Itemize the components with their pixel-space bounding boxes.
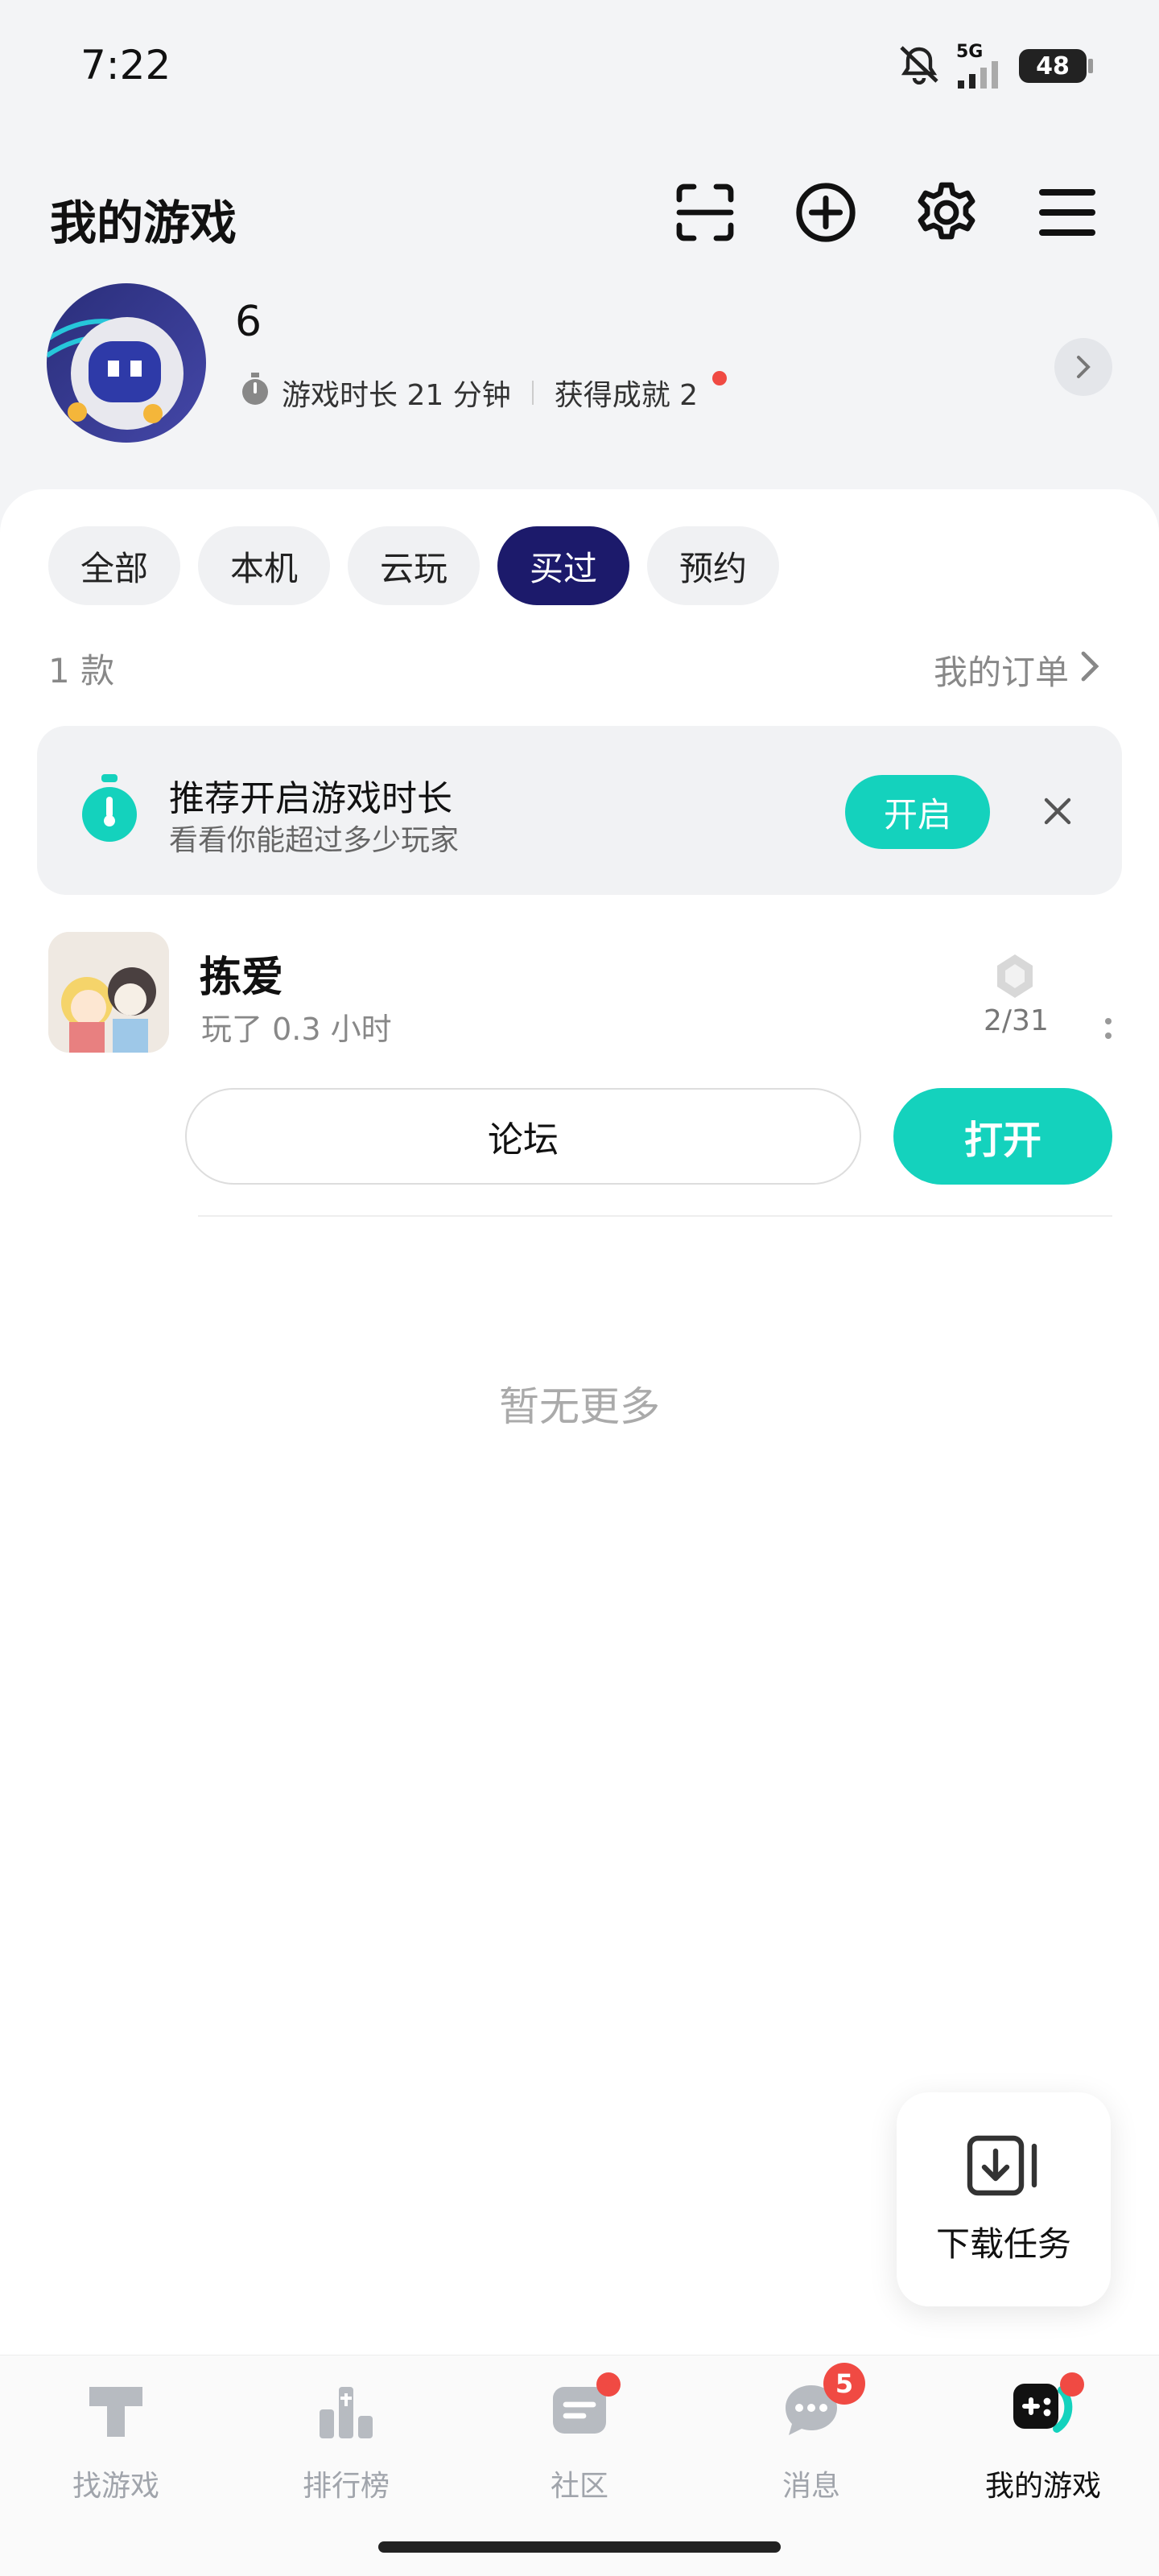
achievement-dot: [712, 371, 728, 385]
nav-label-community: 社区: [550, 2470, 608, 2503]
chevron-right-icon: [1080, 650, 1099, 690]
my-orders-label: 我的订单: [933, 653, 1069, 692]
signal-icon: 5G: [956, 43, 1004, 89]
close-icon[interactable]: [1029, 782, 1087, 840]
profile-name: 6: [235, 298, 262, 346]
profile-arrow-button[interactable]: [1054, 338, 1112, 396]
game-name: 拣爱: [200, 954, 284, 1002]
status-time: 7:22: [80, 42, 171, 89]
filter-local[interactable]: 本机: [198, 526, 331, 605]
network-label: 5G: [956, 42, 984, 62]
battery-indicator: 48: [1019, 49, 1093, 83]
scan-icon[interactable]: [671, 179, 739, 246]
achievements-label: 获得成就 2: [554, 379, 699, 412]
nav-label-find-games: 找游戏: [72, 2470, 159, 2503]
playtime-label: 游戏时长 21 分钟: [282, 379, 511, 412]
trophy-icon: [990, 951, 1040, 1004]
status-icons: 5G 48: [897, 40, 1093, 92]
achievement-progress: 2/31: [984, 1004, 1049, 1037]
avatar[interactable]: [47, 283, 206, 443]
nav-community[interactable]: 社区: [499, 2372, 660, 2504]
add-icon[interactable]: [792, 179, 860, 246]
download-tasks-label: 下载任务: [935, 2224, 1071, 2264]
community-badge: [596, 2372, 621, 2397]
nav-ranking[interactable]: 排行榜: [266, 2374, 427, 2504]
message-icon: 5: [775, 2363, 865, 2446]
more-options-icon[interactable]: [1096, 1004, 1120, 1053]
mute-icon: [897, 44, 942, 88]
menu-icon[interactable]: [1033, 179, 1101, 246]
timer-icon: [79, 774, 140, 847]
game-count: 1 款: [48, 651, 115, 690]
settings-icon[interactable]: [913, 179, 980, 246]
home-indicator[interactable]: [378, 2541, 781, 2553]
messages-badge: 5: [823, 2363, 865, 2405]
open-game-button[interactable]: 打开: [893, 1088, 1112, 1185]
promo-title: 推荐开启游戏时长: [169, 778, 452, 819]
nav-label-messages: 消息: [782, 2470, 840, 2503]
empty-state-text: 暂无更多: [499, 1383, 660, 1430]
filter-all[interactable]: 全部: [48, 526, 181, 605]
ranking-icon: [310, 2374, 382, 2446]
game-playtime: 玩了 0.3 小时: [201, 1012, 392, 1047]
game-icon[interactable]: [48, 932, 169, 1053]
promo-subtitle: 看看你能超过多少玩家: [169, 824, 460, 857]
my-orders-link[interactable]: 我的订单: [934, 645, 1099, 694]
filter-purchased[interactable]: 买过: [497, 526, 630, 605]
forum-button[interactable]: 论坛: [185, 1088, 861, 1185]
nav-label-ranking: 排行榜: [302, 2470, 390, 2503]
stats-divider: [531, 381, 534, 405]
nav-my-games[interactable]: 我的游戏: [963, 2372, 1124, 2504]
page-title: 我的游戏: [50, 196, 237, 250]
find-game-icon: [80, 2374, 152, 2446]
community-icon: [543, 2372, 621, 2446]
filter-cloud[interactable]: 云玩: [348, 526, 481, 605]
download-icon: [965, 2133, 1042, 2201]
nav-find-games[interactable]: 找游戏: [35, 2374, 196, 2504]
my-games-icon: [1007, 2372, 1084, 2446]
enable-playtime-button[interactable]: 开启: [845, 775, 990, 849]
nav-label-my-games: 我的游戏: [984, 2470, 1101, 2503]
stopwatch-icon: [240, 372, 270, 414]
my-games-badge: [1060, 2372, 1084, 2397]
nav-messages[interactable]: 5 消息: [731, 2363, 892, 2504]
filter-reserved[interactable]: 预约: [647, 526, 780, 605]
row-divider: [198, 1215, 1112, 1217]
download-tasks-button[interactable]: 下载任务: [897, 2092, 1111, 2306]
profile-stats: 游戏时长 21 分钟 获得成就 2: [240, 371, 728, 414]
